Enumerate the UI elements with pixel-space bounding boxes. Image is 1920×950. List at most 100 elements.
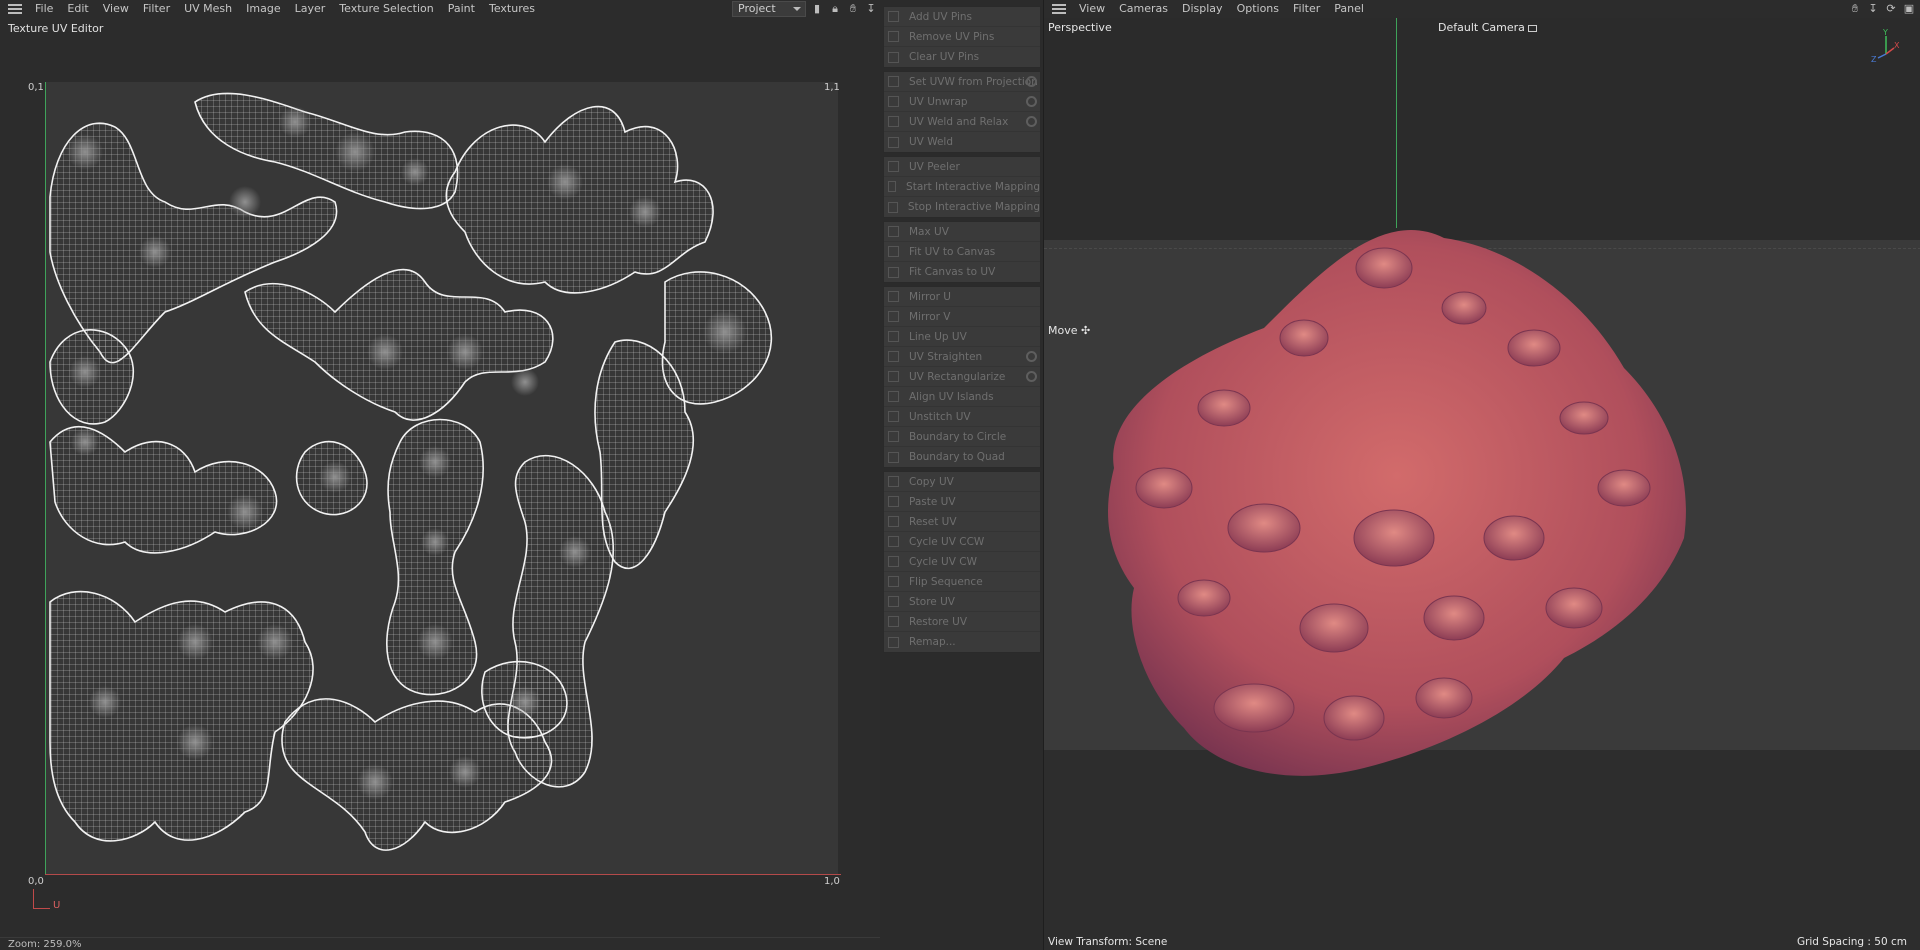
tool-fit-uv-to-canvas[interactable]: Fit UV to Canvas — [884, 242, 1040, 262]
tool-icon — [888, 496, 899, 507]
menu-filter[interactable]: Filter — [136, 0, 177, 18]
menu-panel[interactable]: Panel — [1327, 0, 1371, 18]
tool-store-uv[interactable]: Store UV — [884, 592, 1040, 612]
tool-restore-uv[interactable]: Restore UV — [884, 612, 1040, 632]
axis-gizmo: Y X Z — [1871, 28, 1900, 64]
tool-icon — [888, 116, 899, 127]
tool-set-uvw-from-projection[interactable]: Set UVW from Projection — [884, 72, 1040, 92]
tool-label: Remap... — [909, 636, 956, 648]
camera-name[interactable]: Default Camera — [1438, 21, 1537, 34]
tool-remove-uv-pins[interactable]: Remove UV Pins — [884, 27, 1040, 47]
menu-options[interactable]: Options — [1230, 0, 1286, 18]
active-tool-label: Move — [1048, 324, 1078, 337]
tool-cycle-uv-cw[interactable]: Cycle UV CW — [884, 552, 1040, 572]
move-arrow-icon[interactable]: ↧ — [865, 3, 877, 15]
uv-tools-palette: Add UV Pins Remove UV Pins Clear UV Pins Se… — [883, 6, 1041, 656]
tool-uv-unwrap[interactable]: UV Unwrap — [884, 92, 1040, 112]
gear-icon[interactable] — [1026, 76, 1037, 87]
tool-label: UV Straighten — [909, 350, 983, 363]
tool-line-up-uv[interactable]: Line Up UV — [884, 327, 1040, 347]
tool-label: UV Weld and Relax — [909, 115, 1009, 128]
tool-icon — [888, 11, 899, 22]
hamburger-menu-icon[interactable] — [1052, 4, 1066, 14]
world-y-axis — [1396, 18, 1397, 228]
tool-label: Align UV Islands — [909, 390, 994, 403]
tool-label: Store UV — [909, 595, 955, 608]
menu-edit[interactable]: Edit — [60, 0, 95, 18]
zoom-readout: Zoom: 259.0% — [8, 939, 82, 950]
tool-uv-peeler[interactable]: UV Peeler — [884, 157, 1040, 177]
tool-label: Cycle UV CCW — [909, 535, 985, 548]
project-select[interactable]: Project — [732, 1, 806, 17]
tool-max-uv[interactable]: Max UV — [884, 222, 1040, 242]
tool-label: Set UVW from Projection — [909, 75, 1038, 88]
tool-mirror-u[interactable]: Mirror U — [884, 287, 1040, 307]
pan-hand-icon[interactable]: ✋︎ — [1849, 3, 1861, 15]
lock-icon[interactable]: 🔒︎ — [829, 3, 841, 15]
tool-label: Copy UV — [909, 475, 954, 488]
tool-uv-rectangularize[interactable]: UV Rectangularize — [884, 367, 1040, 387]
menu-filter[interactable]: Filter — [1286, 0, 1327, 18]
tool-reset-uv[interactable]: Reset UV — [884, 512, 1040, 532]
tool-icon — [888, 291, 899, 302]
tool-flip-sequence[interactable]: Flip Sequence — [884, 572, 1040, 592]
menu-view[interactable]: View — [1072, 0, 1112, 18]
menu-texture-selection[interactable]: Texture Selection — [332, 0, 440, 18]
3d-viewport[interactable]: Perspective Default Camera Move ✣ Y X Z … — [1044, 18, 1920, 950]
tool-label: Mirror V — [909, 310, 951, 323]
gear-icon[interactable] — [1026, 371, 1037, 382]
tool-icon — [888, 556, 899, 567]
tool-uv-weld-and-relax[interactable]: UV Weld and Relax — [884, 112, 1040, 132]
uv-islands — [49, 92, 773, 851]
gear-icon[interactable] — [1026, 116, 1037, 127]
menu-display[interactable]: Display — [1175, 0, 1230, 18]
tool-add-uv-pins[interactable]: Add UV Pins — [884, 7, 1040, 27]
menu-image[interactable]: Image — [239, 0, 287, 18]
menu-textures[interactable]: Textures — [482, 0, 542, 18]
tool-cycle-uv-ccw[interactable]: Cycle UV CCW — [884, 532, 1040, 552]
rotate-icon[interactable]: ⟳ — [1885, 3, 1897, 15]
tool-icon — [888, 226, 899, 237]
tool-icon — [888, 266, 899, 278]
tool-stop-interactive-mapping[interactable]: Stop Interactive Mapping — [884, 197, 1040, 217]
tool-boundary-to-quad[interactable]: Boundary to Quad — [884, 447, 1040, 467]
tool-paste-uv[interactable]: Paste UV — [884, 492, 1040, 512]
coord-bottom-left: 0,0 — [28, 876, 44, 887]
tool-icon — [888, 451, 899, 463]
menu-cameras[interactable]: Cameras — [1112, 0, 1175, 18]
tool-copy-uv[interactable]: Copy UV — [884, 472, 1040, 492]
maximize-icon[interactable]: ▣ — [1903, 3, 1915, 15]
hamburger-menu-icon[interactable] — [8, 4, 22, 14]
pan-hand-icon[interactable]: ✋︎ — [847, 3, 859, 15]
menu-file[interactable]: File — [28, 0, 60, 18]
tool-label: Fit UV to Canvas — [909, 245, 996, 258]
tool-label: Mirror U — [909, 290, 951, 303]
move-arrow-icon[interactable]: ↧ — [1867, 3, 1879, 15]
tool-fit-canvas-to-uv[interactable]: Fit Canvas to UV — [884, 262, 1040, 282]
uv-canvas[interactable] — [45, 82, 838, 874]
gear-icon[interactable] — [1026, 96, 1037, 107]
chevron-down-icon — [793, 7, 801, 11]
tool-unstitch-uv[interactable]: Unstitch UV — [884, 407, 1040, 427]
tool-clear-uv-pins[interactable]: Clear UV Pins — [884, 47, 1040, 67]
menu-layer[interactable]: Layer — [288, 0, 333, 18]
move-cross-icon: ✣ — [1081, 324, 1091, 337]
tool-uv-weld[interactable]: UV Weld — [884, 132, 1040, 152]
tool-start-interactive-mapping[interactable]: Start Interactive Mapping — [884, 177, 1040, 197]
tool-mirror-v[interactable]: Mirror V — [884, 307, 1040, 327]
tool-icon — [888, 516, 899, 527]
tool-uv-straighten[interactable]: UV Straighten — [884, 347, 1040, 367]
menu-view[interactable]: View — [96, 0, 136, 18]
tool-icon — [888, 246, 899, 257]
histogram-icon[interactable]: ▮ — [811, 3, 823, 15]
view-name[interactable]: Perspective — [1048, 21, 1112, 34]
tool-remap[interactable]: Remap... — [884, 632, 1040, 652]
menu-uv-mesh[interactable]: UV Mesh — [177, 0, 239, 18]
gear-icon[interactable] — [1026, 351, 1037, 362]
menu-paint[interactable]: Paint — [441, 0, 482, 18]
tool-icon — [888, 431, 899, 442]
gizmo-z-label: Z — [1871, 55, 1877, 64]
tool-boundary-to-circle[interactable]: Boundary to Circle — [884, 427, 1040, 447]
tool-align-uv-islands[interactable]: Align UV Islands — [884, 387, 1040, 407]
coord-top-left: 0,1 — [28, 82, 44, 93]
